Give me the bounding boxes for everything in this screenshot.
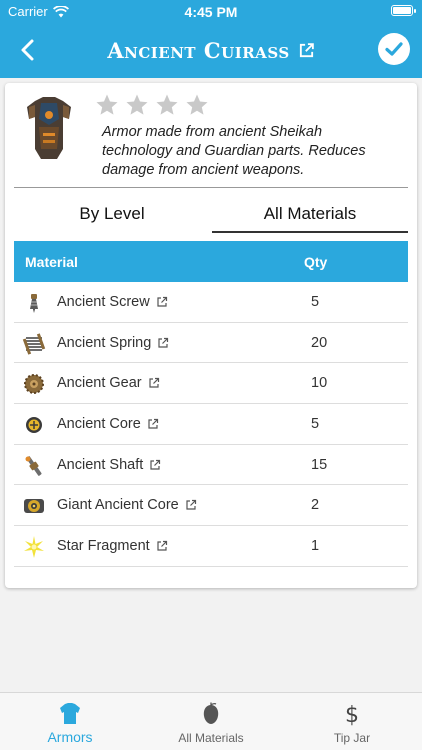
armor-cuirass-image <box>27 97 71 159</box>
tab-all-materials-bar[interactable]: All Materials <box>141 693 281 750</box>
external-link-icon <box>299 43 314 58</box>
dollar-icon: $ <box>345 703 359 726</box>
material-qty: 10 <box>311 375 328 392</box>
tab-tip-jar-label: Tip Jar <box>333 731 371 745</box>
core-icon <box>26 417 42 434</box>
armor-icon <box>60 703 80 724</box>
material-name: Star Fragment <box>57 538 168 554</box>
material-name: Ancient Core <box>57 416 159 432</box>
checkmark-icon <box>385 42 403 56</box>
tab-armors[interactable]: Armors <box>0 693 140 750</box>
material-name: Ancient Spring <box>57 335 169 351</box>
segment-tabs: By Level All Materials <box>14 201 408 233</box>
material-name-text: Giant Ancient Core <box>57 497 179 514</box>
table-row[interactable]: Giant Ancient Core 2 <box>14 485 408 527</box>
divider <box>14 187 408 188</box>
gear-icon <box>24 374 44 395</box>
star-icon[interactable] <box>155 93 179 117</box>
material-name: Ancient Screw <box>57 294 168 310</box>
armor-card: Armor made from ancient Sheikah technolo… <box>5 83 417 588</box>
svg-text:$: $ <box>345 703 359 726</box>
external-link-icon <box>157 296 167 307</box>
battery-icon <box>391 5 416 16</box>
material-name: Ancient Gear <box>57 375 160 391</box>
external-link-icon <box>157 541 167 551</box>
material-name: Ancient Shaft <box>57 457 161 473</box>
spring-icon <box>22 333 46 355</box>
tab-armors-label: Armors <box>47 729 93 745</box>
tab-all-materials[interactable]: All Materials <box>212 201 408 233</box>
tab-by-level[interactable]: By Level <box>14 201 210 233</box>
bottom-tab-bar: Armors All Materials $ Tip Jar <box>0 692 422 750</box>
table-row[interactable]: Ancient Gear 10 <box>14 363 408 405</box>
material-name: Giant Ancient Core <box>57 497 197 513</box>
external-link-icon <box>148 418 158 429</box>
material-name-text: Ancient Core <box>57 416 141 433</box>
status-bar: Carrier 4:45 PM <box>0 0 422 22</box>
table-row[interactable]: Ancient Screw 5 <box>14 282 408 323</box>
table-row[interactable]: Ancient Core 5 <box>14 404 408 445</box>
material-qty: 5 <box>311 294 320 310</box>
table-header: Material Qty <box>14 241 408 282</box>
top-bar: Carrier 4:45 PM Ancient Cuirass <box>0 0 422 78</box>
material-icon <box>203 702 219 724</box>
star-icon[interactable] <box>125 93 149 117</box>
material-name-text: Ancient Screw <box>57 294 150 310</box>
material-qty: 1 <box>311 538 320 555</box>
star-icon[interactable] <box>185 93 209 117</box>
materials-table: Material Qty Ancient Screw 5 Ancient Spr… <box>14 241 408 567</box>
material-qty: 20 <box>311 334 328 351</box>
shaft-icon <box>25 455 42 476</box>
material-name-text: Ancient Shaft <box>57 456 144 473</box>
navigation-bar: Ancient Cuirass <box>0 22 422 78</box>
screw-icon <box>30 294 38 313</box>
external-link-icon <box>186 500 196 511</box>
material-name-text: Ancient Gear <box>57 375 142 392</box>
table-row[interactable]: Ancient Spring 20 <box>14 323 408 364</box>
tab-tip-jar[interactable]: $ Tip Jar <box>282 693 422 750</box>
page-title-text: Ancient Cuirass <box>107 38 290 63</box>
external-link-icon <box>149 378 159 388</box>
external-link-icon <box>158 337 169 348</box>
material-name-text: Ancient Spring <box>57 334 152 351</box>
rating-stars <box>95 93 209 117</box>
checkmark-button[interactable] <box>378 33 410 65</box>
status-time: 4:45 PM <box>184 4 238 20</box>
material-qty: 2 <box>311 497 320 514</box>
column-header-qty: Qty <box>304 254 328 270</box>
material-qty: 5 <box>311 416 320 433</box>
star-fragment-icon <box>24 536 44 559</box>
page-title[interactable]: Ancient Cuirass <box>0 38 422 63</box>
giant-core-icon <box>24 499 44 514</box>
table-row[interactable]: Star Fragment 1 <box>14 526 408 567</box>
tab-all-materials-label: All Materials <box>178 731 244 745</box>
material-name-text: Star Fragment <box>57 538 150 555</box>
material-qty: 15 <box>311 456 328 473</box>
external-link-icon <box>150 459 161 470</box>
star-icon[interactable] <box>95 93 119 117</box>
table-row[interactable]: Ancient Shaft 15 <box>14 445 408 486</box>
armor-description: Armor made from ancient Sheikah technolo… <box>102 124 366 178</box>
column-header-material: Material <box>25 254 78 270</box>
